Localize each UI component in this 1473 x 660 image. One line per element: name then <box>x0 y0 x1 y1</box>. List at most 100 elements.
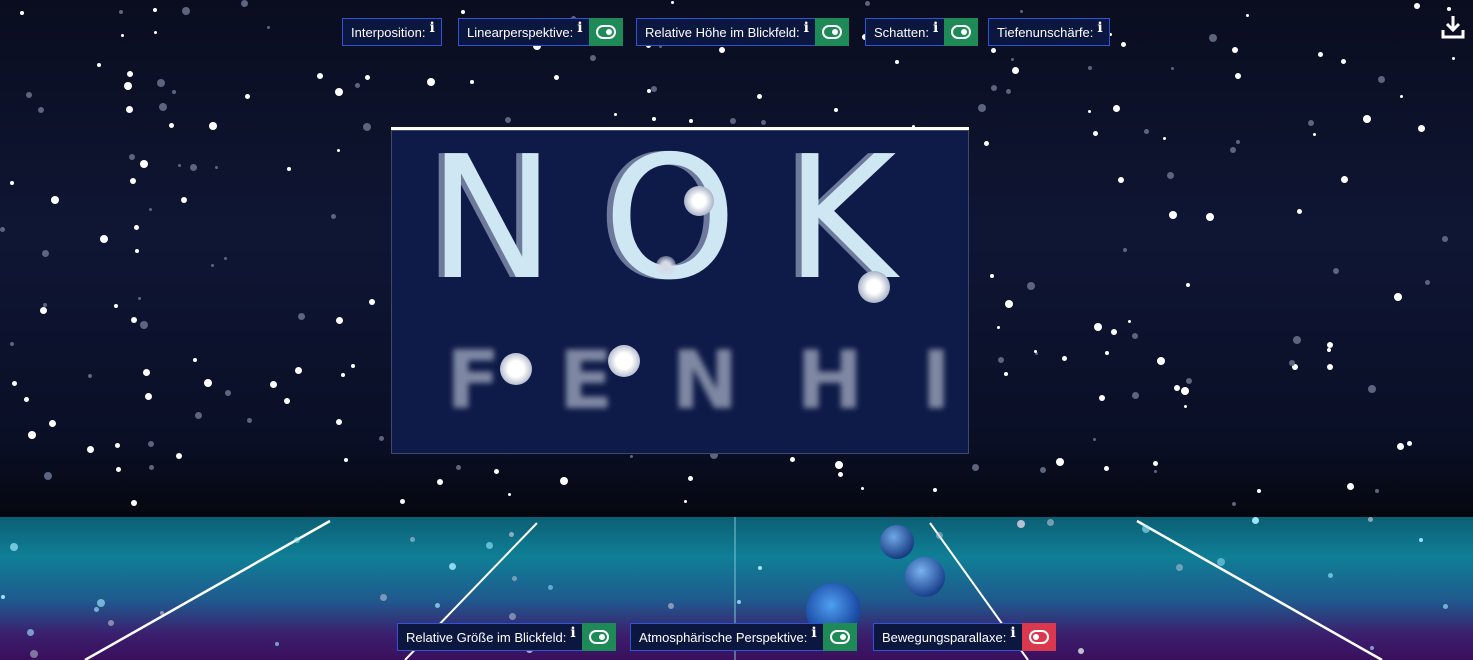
star-particle <box>149 208 152 211</box>
star-particle <box>933 488 937 492</box>
star-particle <box>508 493 511 496</box>
toggle-on-icon <box>829 630 850 644</box>
star-particle <box>241 0 248 7</box>
star-particle <box>835 461 843 469</box>
toggle-switch[interactable] <box>814 18 849 46</box>
control-label: Relative Größe im Blickfeld: <box>406 629 567 645</box>
toggle-switch[interactable] <box>588 18 623 46</box>
star-particle <box>1236 140 1240 144</box>
star-particle <box>1232 47 1238 53</box>
control-relative-hoehe: Relative Höhe im Blickfeld: i <box>636 18 849 46</box>
star-particle <box>88 374 92 378</box>
star-particle <box>1093 438 1096 441</box>
info-icon[interactable]: i <box>811 625 816 641</box>
star-particle <box>1012 67 1019 74</box>
letter: F <box>446 334 501 427</box>
star-particle <box>38 107 44 113</box>
star-particle <box>1171 67 1174 70</box>
star-particle <box>159 103 167 111</box>
star-particle <box>1407 441 1412 446</box>
star-particle <box>1400 95 1403 98</box>
star-particle <box>1375 489 1379 493</box>
star-particle <box>998 357 1004 363</box>
toggle-switch[interactable] <box>822 623 857 651</box>
star-particle <box>215 166 218 169</box>
star-particle <box>247 418 252 423</box>
star-particle <box>1297 209 1302 214</box>
toggle-switch[interactable] <box>944 18 979 46</box>
star-particle <box>224 257 227 260</box>
control-linearperspektive: Linearperspektive: i <box>458 18 623 46</box>
letter: H <box>796 334 864 427</box>
star-particle <box>590 55 596 61</box>
info-icon[interactable]: i <box>1097 20 1102 36</box>
star-particle <box>204 379 212 387</box>
control-label: Atmosphärische Perspektive: <box>639 629 808 645</box>
panel-sphere <box>656 256 676 276</box>
star-particle <box>127 71 133 77</box>
star-particle <box>1217 558 1225 566</box>
star-particle <box>24 397 29 402</box>
star-particle <box>1094 323 1102 331</box>
star-particle <box>1113 105 1120 112</box>
info-icon[interactable]: i <box>804 20 809 36</box>
star-particle <box>138 297 141 300</box>
star-particle <box>114 304 118 308</box>
star-particle <box>1186 283 1190 287</box>
star-particle <box>1378 76 1385 83</box>
star-particle <box>355 83 360 88</box>
star-particle <box>27 629 34 636</box>
letter: E <box>558 334 614 427</box>
star-particle <box>1056 458 1064 466</box>
star-particle <box>1169 211 1177 219</box>
star-particle <box>157 79 165 87</box>
star-particle <box>1154 470 1157 473</box>
info-icon[interactable]: i <box>1010 625 1015 641</box>
info-icon[interactable]: i <box>577 20 582 36</box>
star-particle <box>145 393 152 400</box>
star-particle <box>1443 604 1448 609</box>
star-particle <box>1293 336 1301 344</box>
star-particle <box>335 88 343 96</box>
info-icon[interactable]: i <box>570 625 575 641</box>
star-particle <box>560 477 568 485</box>
star-particle <box>267 26 270 29</box>
star-particle <box>1252 517 1259 524</box>
star-particle <box>1442 236 1448 242</box>
toggle-switch[interactable] <box>1021 623 1056 651</box>
star-particle <box>369 299 375 305</box>
star-particle <box>12 381 17 386</box>
sharp-letter-row: N O K <box>428 134 968 304</box>
info-icon[interactable]: i <box>933 20 938 36</box>
star-particle <box>275 642 279 646</box>
star-particle <box>1123 248 1127 252</box>
star-particle <box>1257 489 1261 493</box>
star-particle <box>380 594 387 601</box>
star-particle <box>1118 177 1124 183</box>
star-particle <box>1047 519 1054 526</box>
star-particle <box>351 364 355 368</box>
star-particle <box>984 141 989 146</box>
star-particle <box>1078 648 1084 654</box>
download-icon[interactable] <box>1440 14 1466 40</box>
star-particle <box>379 436 384 441</box>
star-particle <box>1368 517 1373 522</box>
control-label: Interposition: <box>351 24 426 40</box>
star-particle <box>1062 356 1067 361</box>
star-particle <box>1232 502 1236 506</box>
star-particle <box>1363 115 1371 123</box>
star-particle <box>1341 59 1346 64</box>
toggle-switch[interactable] <box>581 623 616 651</box>
panel-sphere <box>500 353 532 385</box>
toggle-on-icon <box>821 25 842 39</box>
star-particle <box>1132 392 1139 399</box>
star-particle <box>94 607 99 612</box>
star-particle <box>298 313 305 320</box>
star-particle <box>1370 646 1374 650</box>
star-particle <box>1111 329 1117 335</box>
info-icon[interactable]: i <box>429 20 434 36</box>
star-particle <box>193 358 197 362</box>
star-particle <box>834 108 838 112</box>
star-particle <box>153 8 157 12</box>
star-particle <box>1289 360 1295 366</box>
